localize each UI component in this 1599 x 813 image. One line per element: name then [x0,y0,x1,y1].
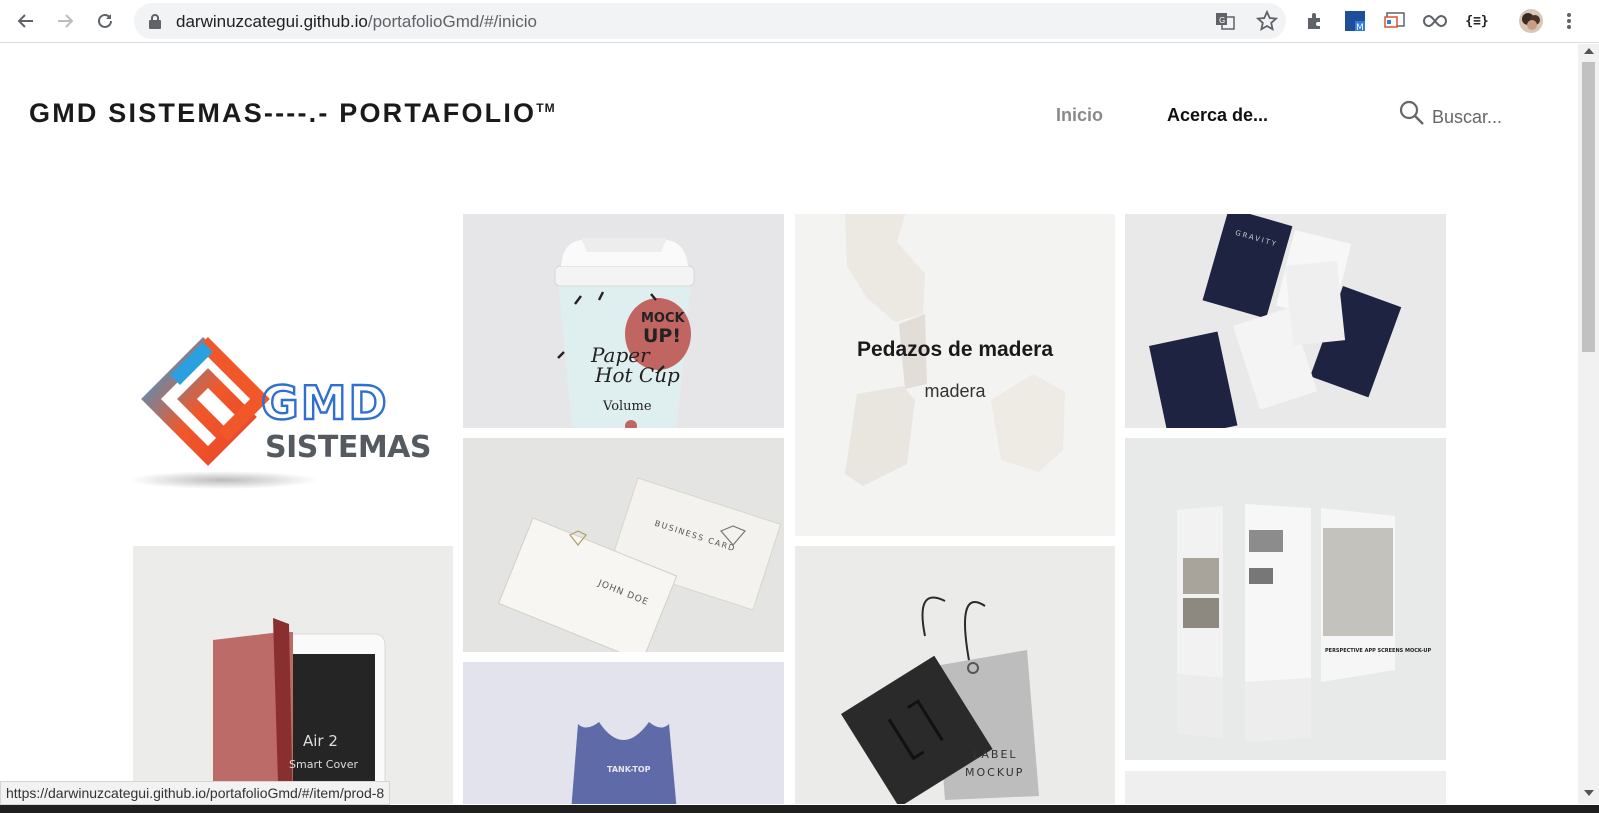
label-mockup-line1: LABEL [973,748,1018,761]
extension-window-icon[interactable] [1382,8,1408,34]
bookmark-star-icon[interactable] [1256,10,1278,32]
profile-avatar[interactable] [1518,8,1544,34]
wood-pieces-tile[interactable]: Pedazos de madera madera [795,214,1115,536]
scroll-down-arrow-icon[interactable] [1584,790,1594,796]
forward-icon[interactable] [52,8,78,34]
svg-text:G: G [1219,16,1225,25]
tank-top-label: TANK-TOP [607,765,651,774]
app-screens-image: PERSPECTIVE APP SCREENS MOCK-UP [1177,504,1431,742]
scroll-up-arrow-icon[interactable] [1584,48,1594,54]
gravity-cards-image: GRAVITY [1149,214,1402,428]
gmd-logo: GMD SISTEMAS [133,337,432,489]
browser-toolbar: darwinuzcategui.github.io/portafolioGmd/… [0,0,1599,43]
wood-pieces-image [845,214,1065,486]
back-icon[interactable] [13,8,39,34]
nav-acerca-link[interactable]: Acerca de... [1167,105,1268,126]
translate-icon[interactable]: G [1215,11,1235,31]
url-text: darwinuzcategui.github.io/portafolioGmd/… [176,12,537,31]
extension-infinity-icon[interactable] [1422,8,1448,34]
page-scrollbar[interactable] [1578,44,1599,804]
business-card-image: BUSINESS CARD JOHN DOE [497,477,782,652]
search-input[interactable] [1432,102,1552,132]
paper-cup-tile[interactable]: MOCK UP! Paper Hot Cup Volume [463,214,784,428]
label-mockup-line2: MOCKUP [965,766,1024,779]
cup-volume-text: Volume [602,399,652,414]
app-screens-tile[interactable]: PERSPECTIVE APP SCREENS MOCK-UP [1125,438,1446,760]
extensions-puzzle-icon[interactable] [1302,8,1328,34]
app-screens-title: PERSPECTIVE APP SCREENS MOCK-UP [1325,648,1431,654]
label-mockup-image: LABEL MOCKUP [841,596,1039,804]
paper-cup-image: MOCK UP! Paper Hot Cup Volume [554,238,695,428]
site-brand[interactable]: GMD SISTEMAS----.- PORTAFOLIOTM [29,98,556,129]
ipad-cover-image: Air 2 Smart Cover [213,618,386,804]
svg-text:M: M [1356,23,1364,32]
tank-top-image: TANK-TOP [571,722,677,804]
item-title: Pedazos de madera [856,338,1054,361]
ipad-cover-text: Smart Cover [289,758,358,771]
reload-icon[interactable] [92,8,118,34]
status-bar-url: https://darwinuzcategui.github.io/portaf… [0,781,391,805]
nav-inicio-link[interactable]: Inicio [1056,105,1103,126]
extension-json-icon[interactable]: {≡} [1462,8,1492,34]
browser-menu-icon[interactable] [1556,8,1582,34]
lock-icon [149,14,161,29]
search-icon[interactable] [1399,100,1425,126]
item-category: madera [924,381,986,401]
label-mockup-tile[interactable]: LABEL MOCKUP [795,546,1115,804]
gravity-cards-tile[interactable]: GRAVITY [1125,214,1446,428]
logo-gmd-text: GMD [261,376,389,430]
logo-sistemas-text: SISTEMAS [265,430,431,465]
ipad-cover-tile[interactable]: Air 2 Smart Cover [133,546,453,804]
extension-m-icon[interactable]: M [1342,8,1368,34]
cup-hotcup-text: Hot Cup [594,363,680,387]
business-card-tile[interactable]: BUSINESS CARD JOHN DOE [463,438,784,652]
address-bar[interactable]: darwinuzcategui.github.io/portafolioGmd/… [134,3,1286,39]
tank-top-tile[interactable]: TANK-TOP [463,662,784,804]
taskbar-strip [0,805,1599,813]
scroll-thumb[interactable] [1582,62,1595,352]
ipad-model-text: Air 2 [303,732,338,750]
portfolio-page: GMD SISTEMAS----.- PORTAFOLIOTM Inicio A… [0,44,1578,804]
cup-mock-text: MOCK [641,311,686,326]
gmd-logo-tile[interactable]: GMD SISTEMAS [133,214,453,534]
next-item-tile[interactable] [1125,771,1446,804]
